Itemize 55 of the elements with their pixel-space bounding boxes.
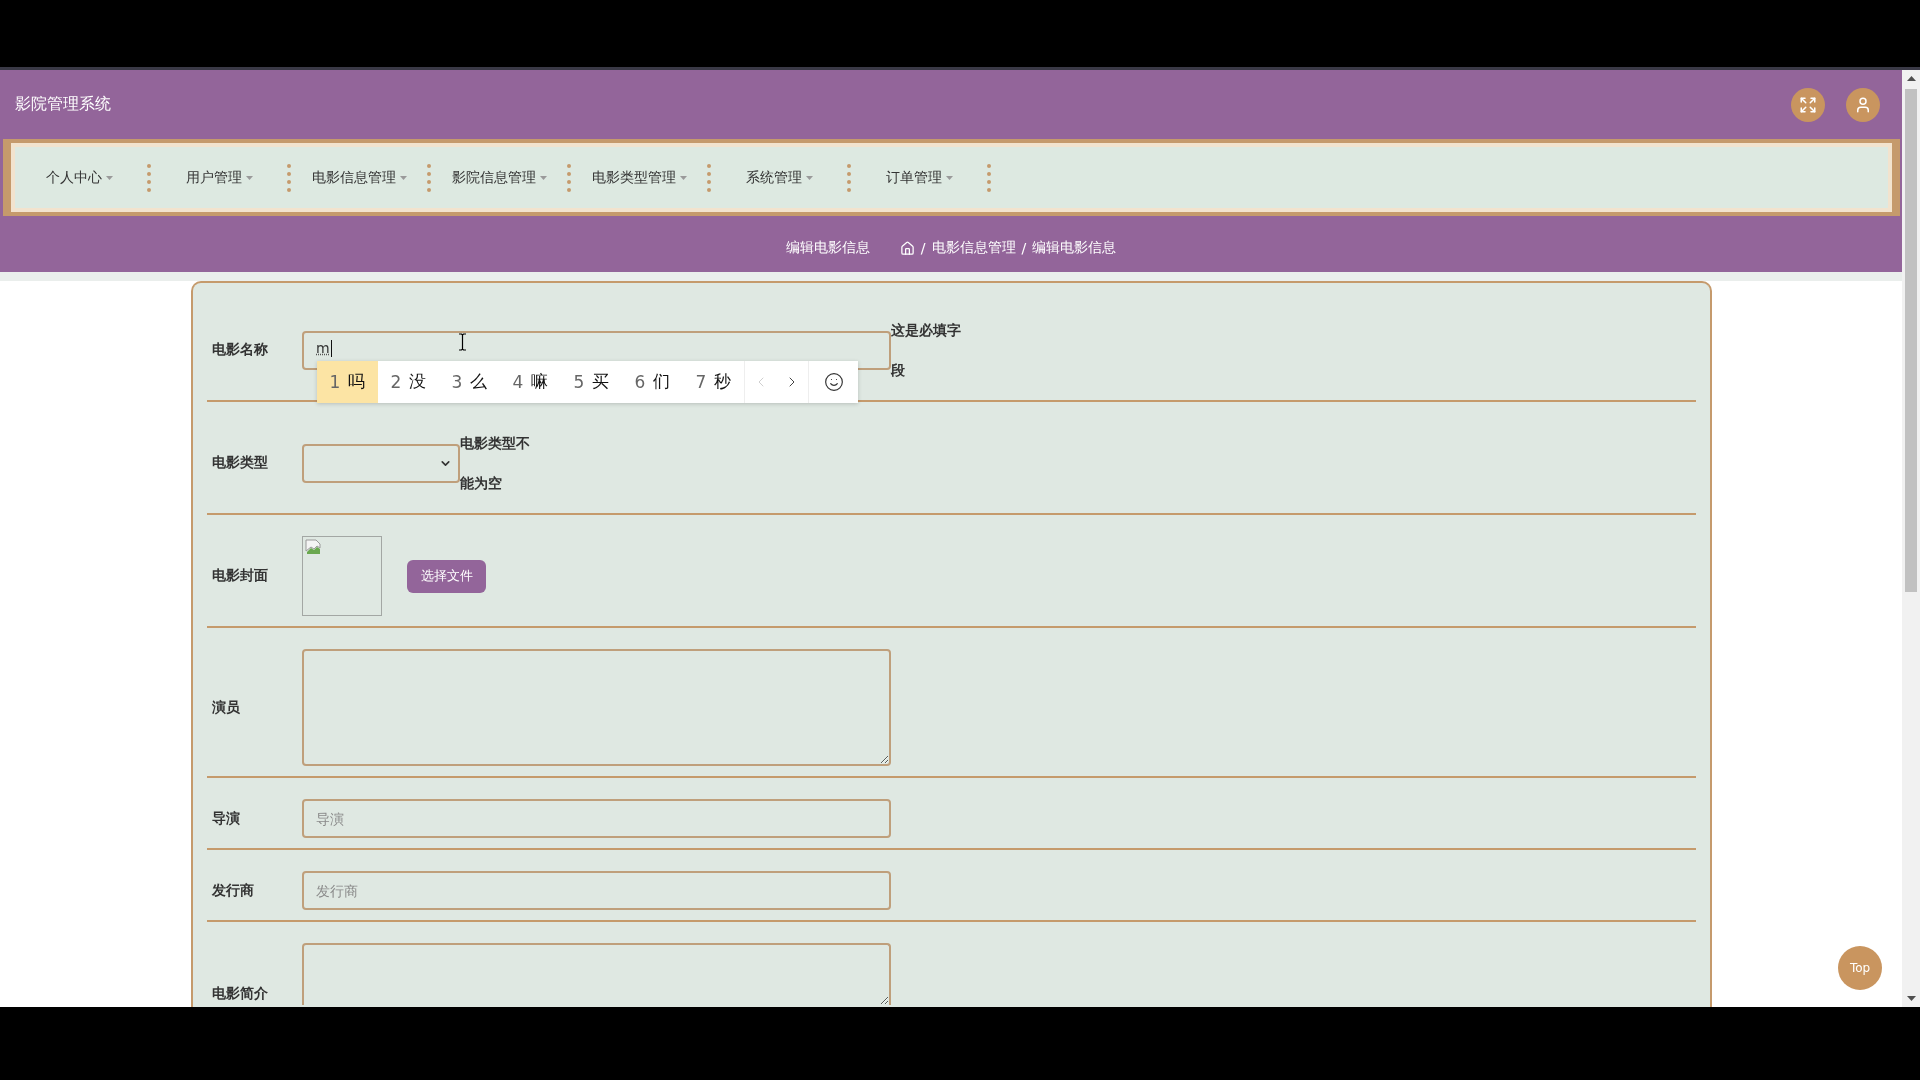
nav-menu-item[interactable]: 电影信息管理 xyxy=(291,157,427,198)
scrollbar-track[interactable] xyxy=(1902,70,1920,1007)
i-beam-cursor-icon xyxy=(458,333,467,351)
caret-down-icon xyxy=(245,175,253,180)
fullscreen-button[interactable] xyxy=(1791,87,1825,122)
ime-candidate[interactable]: 2 没 xyxy=(378,360,439,403)
user-icon xyxy=(1854,95,1872,114)
textarea-field[interactable] xyxy=(302,649,891,766)
app-title: 影院管理系统 xyxy=(15,94,111,115)
caret-down-icon xyxy=(105,175,113,180)
breadcrumb-separator: / xyxy=(920,240,926,256)
ime-candidate[interactable]: 1 吗 xyxy=(317,360,378,403)
input-field[interactable]: 发行商 xyxy=(302,871,891,910)
field-label: 发行商 xyxy=(212,881,255,900)
breadcrumb-current: 编辑电影信息 xyxy=(1032,239,1117,257)
smiley-icon[interactable] xyxy=(823,371,844,392)
nav-menu-item[interactable]: 订单管理 xyxy=(851,157,987,198)
scrollbar-thumb[interactable] xyxy=(1905,89,1917,593)
home-icon[interactable] xyxy=(899,240,915,256)
expand-icon xyxy=(1799,95,1817,114)
caret-down-icon xyxy=(945,175,953,180)
caret-down-icon xyxy=(539,175,547,180)
breadcrumb-link[interactable]: 电影信息管理 xyxy=(931,239,1016,257)
nav-menu-item[interactable]: 用户管理 xyxy=(151,157,287,198)
nav-menu-item[interactable]: 电影类型管理 xyxy=(571,157,707,198)
breadcrumb-separator: / xyxy=(1021,240,1027,256)
choose-file-button[interactable]: 选择文件 xyxy=(407,559,486,593)
ime-candidate[interactable]: 5 买 xyxy=(561,360,622,403)
broken-image-icon xyxy=(305,539,321,555)
field-label: 电影简介 xyxy=(212,985,269,1003)
select-field[interactable] xyxy=(302,443,460,483)
field-label: 电影名称 xyxy=(212,341,269,359)
user-button[interactable] xyxy=(1846,87,1880,122)
scroll-down-arrow-icon[interactable] xyxy=(1906,996,1916,1001)
scroll-up-arrow-icon[interactable] xyxy=(1906,76,1916,81)
textarea-field[interactable] xyxy=(302,943,891,1005)
caret-down-icon xyxy=(679,175,687,180)
field-label: 电影封面 xyxy=(212,567,269,585)
field-label: 导演 xyxy=(212,809,241,828)
validation-hint: 这是必填字段 xyxy=(891,321,962,380)
ime-candidate[interactable]: 3 么 xyxy=(439,360,500,403)
nav-menu-item[interactable]: 影院信息管理 xyxy=(431,157,567,198)
text-caret-icon xyxy=(330,339,332,357)
caret-down-icon xyxy=(399,175,407,180)
nav-menu-item[interactable]: 个人中心 xyxy=(11,157,147,198)
caret-down-icon xyxy=(805,175,813,180)
input-field[interactable]: 导演 xyxy=(302,799,891,838)
ime-candidate[interactable]: 4 嘛 xyxy=(500,360,561,403)
ime-candidate[interactable]: 6 们 xyxy=(622,360,683,403)
field-label: 演员 xyxy=(212,698,241,717)
validation-hint: 电影类型不能为空 xyxy=(460,434,531,493)
page-title: 编辑电影信息 xyxy=(785,239,870,257)
field-label: 电影类型 xyxy=(212,454,269,472)
nav-menu-item[interactable]: 系统管理 xyxy=(711,157,847,198)
ime-candidate[interactable]: 7 秒 xyxy=(683,360,744,403)
